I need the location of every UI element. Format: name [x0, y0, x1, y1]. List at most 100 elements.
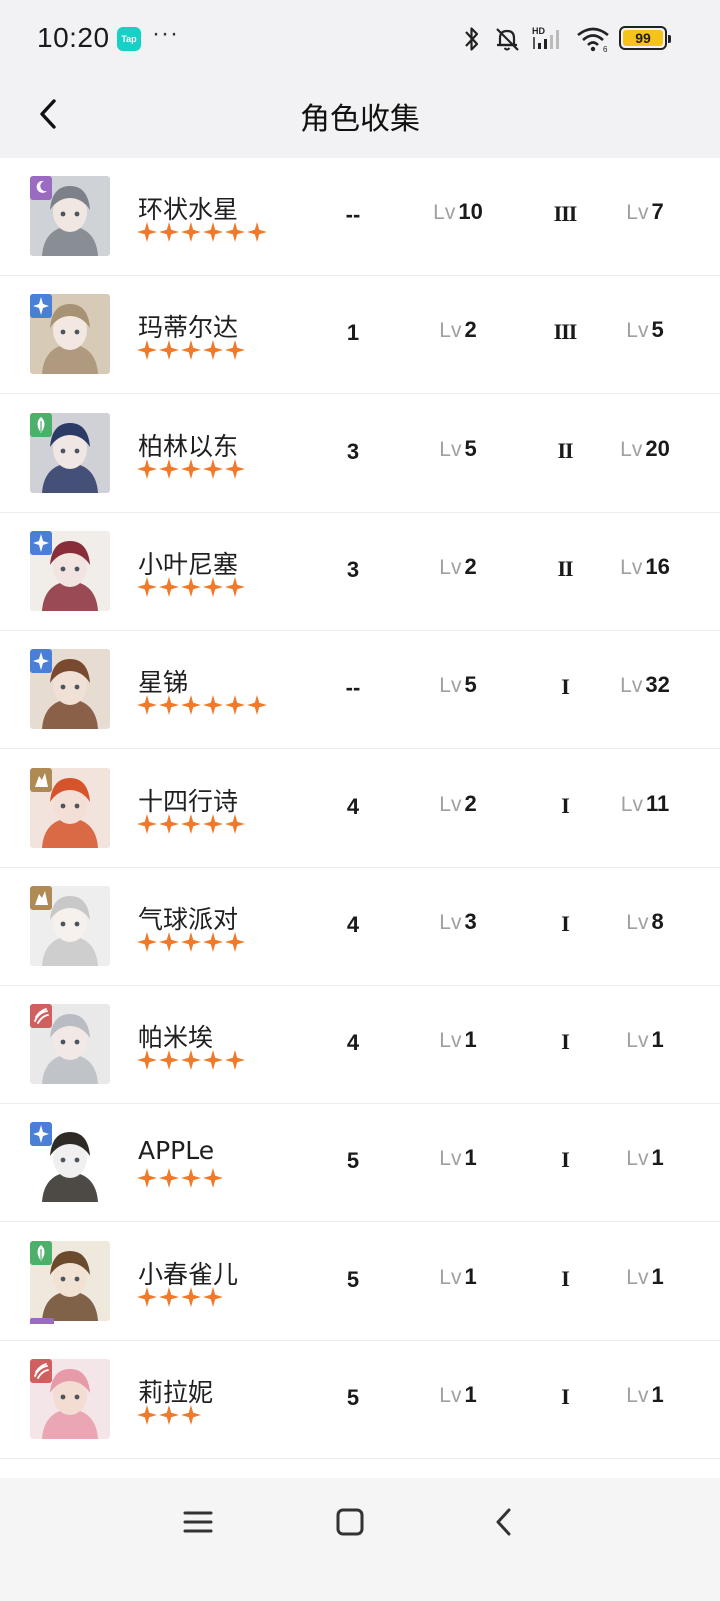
tier-value: III	[553, 201, 578, 226]
star-icon	[137, 1286, 157, 1307]
character-row[interactable]: 玛蒂尔达 1 Lv 2 III Lv 5	[0, 276, 720, 395]
skill-level: Lv 1	[600, 1145, 690, 1171]
skill-level: Lv 11	[600, 791, 690, 817]
character-row[interactable]: 帕米埃 4 Lv 1 I Lv 1	[0, 986, 720, 1105]
skill-level: Lv 16	[600, 554, 690, 580]
character-row[interactable]: 小春雀儿 5 Lv 1 I Lv 1	[0, 1223, 720, 1341]
skill-level: Lv 1	[600, 1027, 690, 1053]
level-value: 5	[464, 435, 477, 461]
stage-value: 3	[346, 438, 360, 464]
star-icon	[225, 813, 245, 834]
character-name: 气球派对	[138, 904, 239, 934]
system-nav-bar	[0, 1478, 720, 1601]
star-icon	[181, 931, 201, 952]
star-icon	[203, 1286, 223, 1307]
stage-value: --	[345, 675, 361, 701]
level-prefix: Lv	[439, 792, 462, 816]
skill-value: 7	[651, 199, 664, 224]
bluetooth-icon	[465, 27, 479, 51]
skill-value: 1	[651, 1145, 664, 1171]
character-level: Lv 5	[408, 672, 508, 698]
skill-value: 32	[645, 672, 670, 698]
star-badge-icon	[30, 649, 52, 674]
level-prefix: Lv	[439, 674, 462, 698]
character-row[interactable]: 环状水星 -- Lv 10 III Lv 7	[0, 158, 720, 276]
skill-level: Lv 32	[600, 672, 690, 698]
character-row[interactable]: 莉拉妮 5 Lv 1 I Lv 1	[0, 1341, 720, 1459]
skill-level: Lv 8	[600, 909, 690, 935]
star-icon	[225, 458, 245, 479]
star-icon	[181, 576, 201, 597]
tier-value: I	[561, 1147, 570, 1173]
character-level: Lv 5	[408, 436, 508, 462]
character-name: 帕米埃	[138, 1023, 214, 1053]
character-level: Lv 1	[408, 1264, 508, 1290]
skill-value: 16	[645, 553, 670, 579]
character-level: Lv 10	[408, 199, 508, 225]
star-icon	[247, 222, 267, 242]
skill-level: Lv 5	[600, 317, 690, 343]
skill-prefix: Lv	[626, 1265, 649, 1289]
skill-value: 1	[651, 1382, 664, 1407]
flame-badge-icon	[30, 1359, 52, 1383]
character-row[interactable]: 柏林以东 3 Lv 5 II Lv 20	[0, 395, 720, 513]
star-icon	[203, 1168, 223, 1189]
star-icon	[203, 695, 223, 716]
character-name: 莉拉妮	[138, 1378, 214, 1407]
character-list[interactable]: 环状水星 -- Lv 10 III Lv 7 玛蒂尔达 1 Lv 2 III L…	[0, 158, 720, 1478]
tier-value: II	[557, 555, 573, 581]
beast-badge-icon	[30, 767, 52, 792]
rarity-stars	[137, 1286, 223, 1309]
level-prefix: Lv	[439, 1147, 462, 1171]
skill-prefix: Lv	[626, 319, 649, 343]
character-row[interactable]: APPLe 5 Lv 1 I Lv 1	[0, 1104, 720, 1223]
skill-prefix: Lv	[620, 674, 643, 698]
signal-icon: HD	[532, 26, 559, 49]
star-icon	[159, 1168, 179, 1189]
star-icon	[159, 576, 179, 597]
star-badge-icon	[30, 1122, 52, 1147]
skill-level: Lv 1	[600, 1382, 690, 1408]
stage-value: 5	[346, 1385, 360, 1410]
character-level: Lv 3	[408, 909, 508, 935]
nav-home-button[interactable]	[320, 1500, 380, 1544]
character-row[interactable]: 星锑 -- Lv 5 I Lv 32	[0, 631, 720, 750]
skill-value: 1	[651, 1027, 664, 1053]
character-level: Lv 2	[408, 791, 508, 817]
character-row[interactable]: 气球派对 4 Lv 3 I Lv 8	[0, 868, 720, 986]
level-prefix: Lv	[439, 1265, 462, 1289]
character-row[interactable]: 小叶尼塞 3 Lv 2 II Lv 16	[0, 513, 720, 631]
skill-value: 8	[651, 908, 664, 934]
level-value: 2	[464, 790, 477, 816]
skill-prefix: Lv	[626, 910, 649, 934]
status-icons: HD 6	[462, 22, 610, 56]
stage-value: 4	[346, 793, 360, 819]
rarity-stars	[137, 695, 267, 717]
character-level: Lv 1	[408, 1382, 508, 1408]
nav-back-button[interactable]	[474, 1500, 534, 1544]
nav-menu-button[interactable]	[168, 1500, 228, 1544]
skill-value: 20	[645, 435, 670, 461]
beast-badge-icon	[30, 885, 52, 910]
character-name: 小春雀儿	[138, 1259, 239, 1289]
tier-value: II	[557, 437, 573, 463]
taptap-app-icon: Tap	[117, 27, 141, 51]
stage-value: 5	[346, 1148, 360, 1174]
svg-text:6: 6	[603, 45, 608, 53]
star-icon	[203, 931, 223, 952]
skill-level: Lv 7	[600, 199, 690, 225]
character-name: 小叶尼塞	[138, 549, 239, 579]
star-icon	[181, 1050, 201, 1071]
rarity-stars	[137, 813, 245, 836]
star-icon	[159, 695, 179, 716]
star-icon	[159, 1286, 179, 1307]
stage-value: 4	[346, 1030, 360, 1056]
star-icon	[225, 1050, 245, 1071]
star-icon	[159, 813, 179, 834]
star-icon	[181, 222, 201, 242]
character-row[interactable]: 十四行诗 4 Lv 2 I Lv 11	[0, 750, 720, 868]
star-icon	[137, 1405, 157, 1425]
star-icon	[159, 222, 179, 242]
skill-prefix: Lv	[620, 555, 643, 579]
character-name: APPLe	[138, 1136, 215, 1166]
